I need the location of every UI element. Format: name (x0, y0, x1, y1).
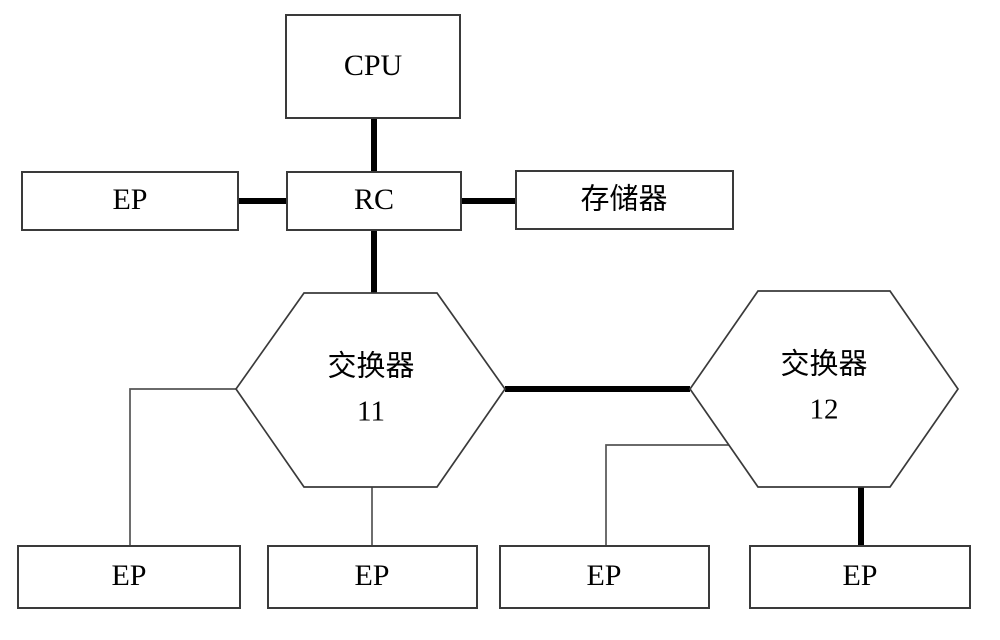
node-cpu[interactable]: CPU (285, 14, 461, 119)
node-ep-left-mid[interactable]: EP (21, 171, 239, 231)
node-ep-bottom-4[interactable]: EP (749, 545, 971, 609)
node-root-complex[interactable]: RC (286, 171, 462, 231)
node-ep-bottom-2[interactable]: EP (267, 545, 478, 609)
switch-11-hexagon[interactable] (234, 292, 507, 488)
switch-12-number: 12 (810, 394, 839, 426)
switch-11-label: 交换器 (327, 350, 414, 383)
diagram-canvas: CPU EP RC 存储器 交换器 11 交换器 12 EP EP EP EP (0, 0, 1000, 640)
node-memory[interactable]: 存储器 (515, 170, 734, 230)
link-switch12-ep3 (605, 444, 730, 546)
node-ep-bottom-1[interactable]: EP (17, 545, 241, 609)
ep-bottom-3-label: EP (586, 559, 621, 592)
ep-left-mid-label: EP (112, 183, 147, 216)
node-ep-bottom-3[interactable]: EP (499, 545, 710, 609)
memory-label: 存储器 (580, 183, 667, 216)
cpu-label: CPU (344, 49, 403, 82)
ep-bottom-2-label: EP (354, 559, 389, 592)
root-complex-label: RC (354, 183, 394, 216)
link-switch11-ep1 (129, 388, 236, 546)
ep-bottom-4-label: EP (842, 559, 877, 592)
switch-12-label: 交换器 (780, 348, 867, 381)
switch-11-number: 11 (357, 396, 385, 428)
block-diagram: CPU EP RC 存储器 交换器 11 交换器 12 EP EP EP EP (17, 14, 971, 609)
node-switch-11[interactable]: 交换器 11 (234, 292, 507, 488)
node-switch-12[interactable]: 交换器 12 (688, 290, 960, 488)
ep-bottom-1-label: EP (111, 559, 146, 592)
switch-12-hexagon[interactable] (688, 290, 960, 488)
